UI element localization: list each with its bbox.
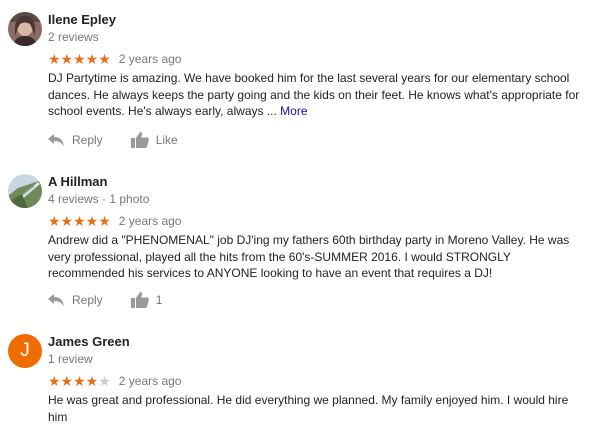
review-actions: Reply Like — [48, 130, 178, 150]
reply-button[interactable]: Reply — [48, 133, 103, 147]
reviewer-review-count[interactable]: 4 reviews · 1 photo — [48, 192, 149, 206]
reviewer-name[interactable]: James Green — [48, 334, 130, 349]
reply-icon — [48, 294, 64, 306]
user-avatar[interactable]: J — [8, 334, 42, 368]
review-text-block: Andrew did a "PHENOMENAL" job DJ'ing my … — [48, 232, 584, 282]
review-text: He was great and professional. He did ev… — [48, 393, 569, 424]
like-label: Like — [155, 133, 178, 147]
review-actions: Reply 1 — [48, 290, 162, 310]
reviewer-name[interactable]: A Hillman — [48, 174, 107, 189]
user-photo-icon — [8, 174, 42, 208]
thumbs-up-icon — [130, 132, 149, 148]
like-button[interactable]: 1 — [130, 292, 163, 308]
review-text: DJ Partytime is amazing. We have booked … — [48, 71, 580, 118]
review-age: 2 years ago — [118, 374, 182, 388]
review-text: Andrew did a "PHENOMENAL" job DJ'ing my … — [48, 233, 570, 280]
reply-label: Reply — [72, 293, 103, 307]
reply-button[interactable]: Reply — [48, 293, 103, 307]
rating-row: ★★★★★ 2 years ago — [48, 373, 181, 389]
star-rating-empty: ★ — [98, 373, 111, 389]
star-rating: ★★★★★ — [48, 373, 111, 389]
like-button[interactable]: Like — [130, 132, 178, 148]
reviewer-review-count[interactable]: 1 review — [48, 352, 93, 366]
reviewer-name[interactable]: Ilene Epley — [48, 12, 116, 27]
reply-icon — [48, 134, 64, 146]
review-age: 2 years ago — [118, 214, 182, 228]
review-text-block: DJ Partytime is amazing. We have booked … — [48, 70, 584, 120]
thumbs-up-icon — [130, 292, 149, 308]
user-photo-icon — [8, 12, 42, 46]
more-link[interactable]: More — [280, 104, 307, 118]
rating-row: ★★★★★ 2 years ago — [48, 213, 181, 229]
reply-label: Reply — [72, 133, 103, 147]
star-rating: ★★★★★ — [48, 213, 111, 229]
rating-row: ★★★★★ 2 years ago — [48, 51, 181, 67]
reviewer-review-count[interactable]: 2 reviews — [48, 30, 99, 44]
user-avatar[interactable] — [8, 12, 42, 46]
review-age: 2 years ago — [118, 52, 182, 66]
review-text-block: He was great and professional. He did ev… — [48, 392, 584, 425]
star-rating-filled: ★★★★ — [48, 373, 99, 389]
like-count: 1 — [155, 293, 163, 307]
user-avatar[interactable] — [8, 174, 42, 208]
star-rating: ★★★★★ — [48, 51, 111, 67]
